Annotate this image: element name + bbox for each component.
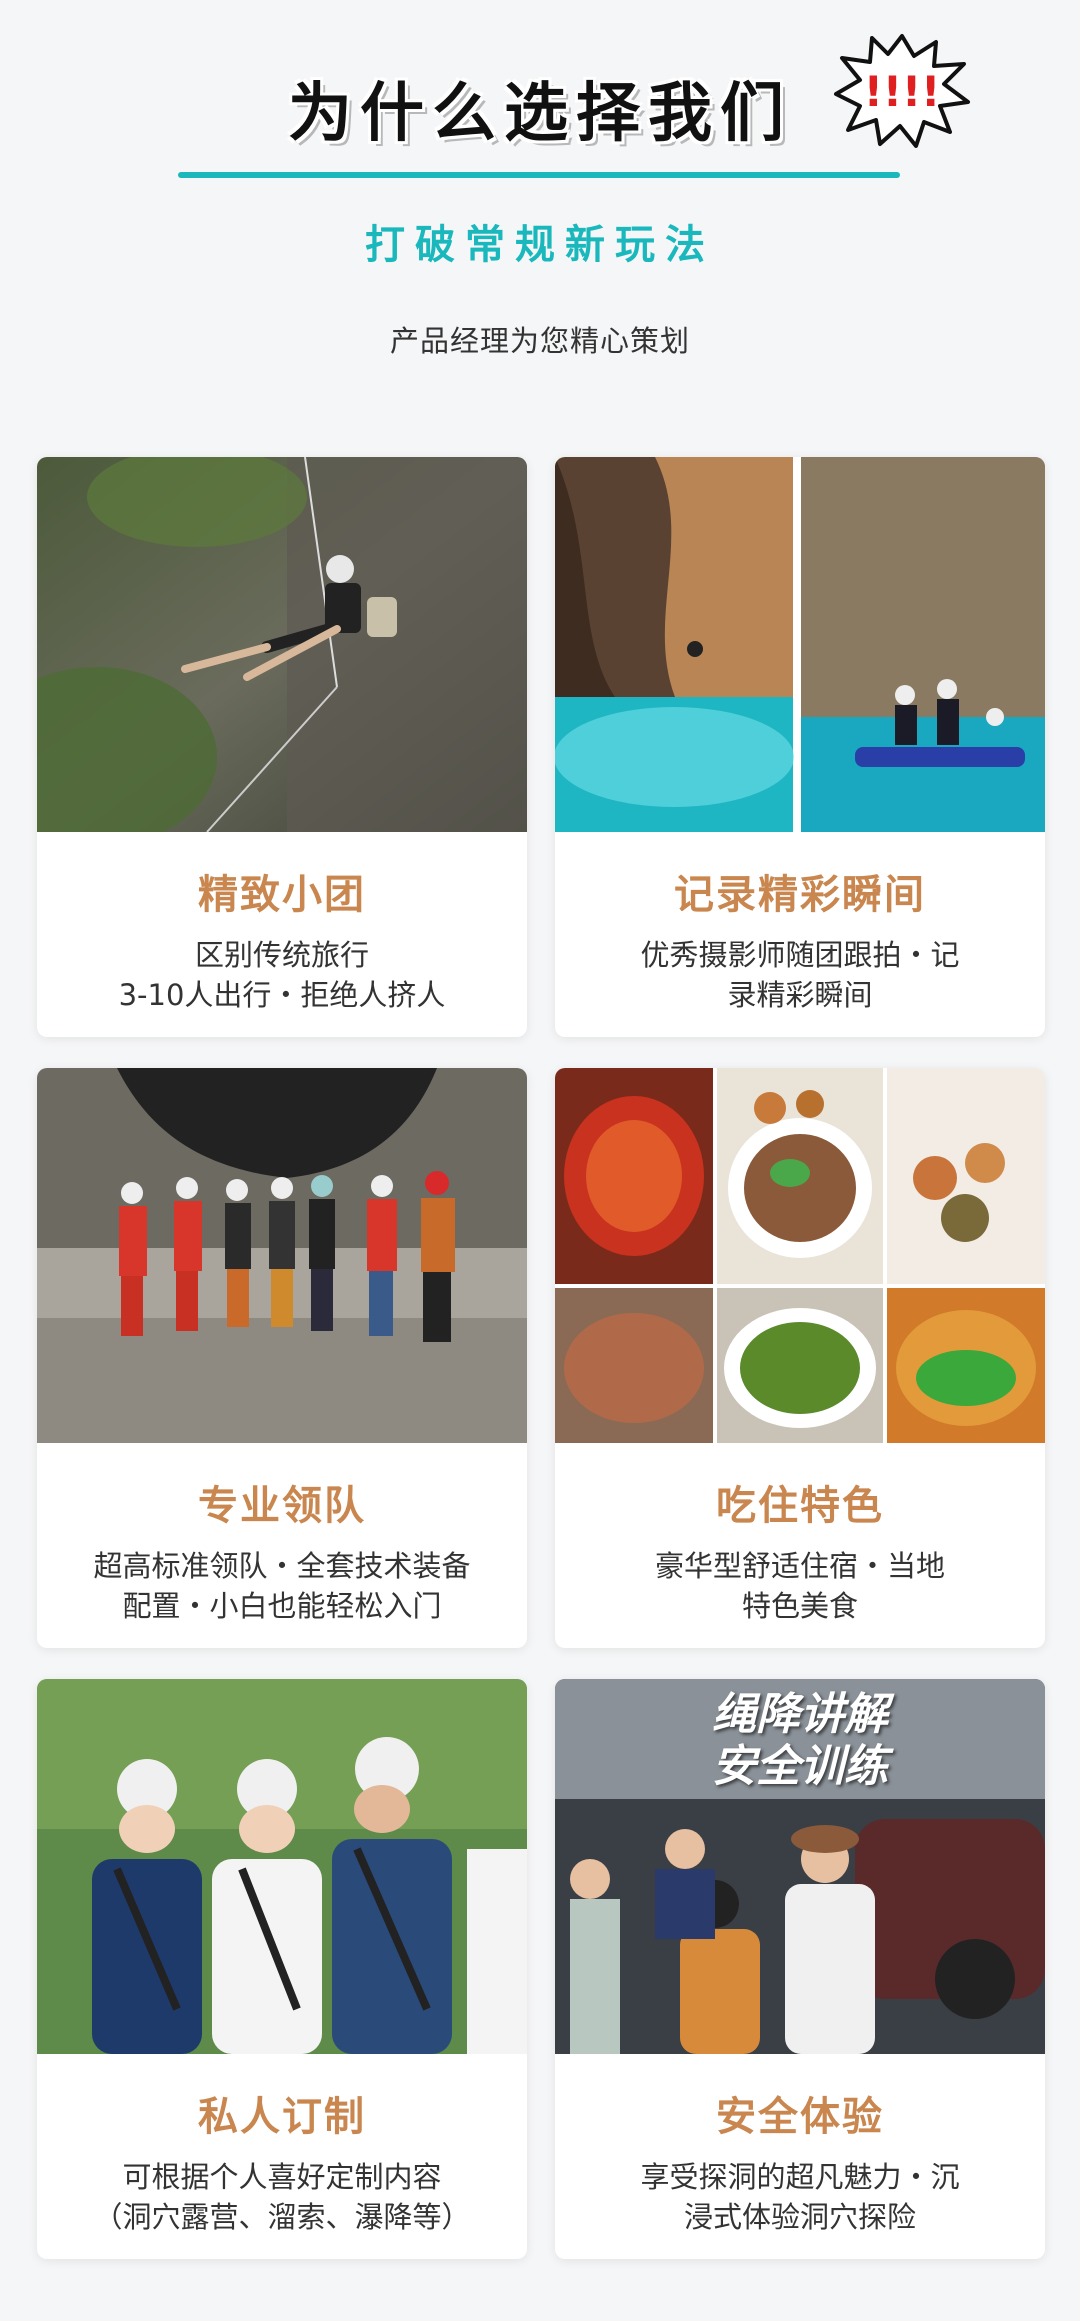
- burst-text: !!!!: [864, 67, 941, 116]
- feature-card-custom: 私人订制 可根据个人喜好定制内容 （洞穴露营、溜索、瀑降等）: [37, 1679, 527, 2259]
- photo-caption: 绳降讲解 安全训练: [712, 1689, 888, 1792]
- title-divider: [178, 172, 900, 178]
- subtitle: 打破常规新玩法: [365, 221, 715, 268]
- card-title: 私人订制: [198, 2094, 366, 2140]
- card-title: 吃住特色: [716, 1483, 884, 1529]
- card-description: 优秀摄影师随团跟拍・记 录精彩瞬间: [640, 938, 960, 1012]
- exclamation-burst-icon: !!!!: [832, 30, 972, 150]
- card-description: 超高标准领队・全套技术装备 配置・小白也能轻松入门: [93, 1549, 471, 1623]
- card-description: 豪华型舒适住宿・当地 特色美食: [654, 1549, 945, 1623]
- card-title: 安全体验: [716, 2094, 884, 2140]
- card-title: 专业领队: [198, 1483, 366, 1529]
- food-collage-photo: [555, 1068, 1045, 1443]
- team-photo: [37, 1068, 527, 1443]
- feature-card-safety: 绳降讲解 安全训练 安全体验 享受探洞的超凡魅力・沉 浸式体验洞穴探险: [555, 1679, 1045, 2259]
- card-description: 享受探洞的超凡魅力・沉 浸式体验洞穴探险: [640, 2160, 960, 2234]
- feature-card-food-lodging: 吃住特色 豪华型舒适住宿・当地 特色美食: [555, 1068, 1045, 1648]
- tagline: 产品经理为您精心策划: [389, 324, 690, 358]
- card-description: 区别传统旅行 3-10人出行・拒绝人挤人: [118, 938, 446, 1012]
- rappelling-photo: [37, 457, 527, 832]
- card-title: 记录精彩瞬间: [674, 872, 926, 918]
- harness-photo: [37, 1679, 527, 2054]
- card-description: 可根据个人喜好定制内容 （洞穴露营、溜索、瀑降等）: [93, 2160, 471, 2234]
- feature-card-guides: 专业领队 超高标准领队・全套技术装备 配置・小白也能轻松入门: [37, 1068, 527, 1648]
- feature-card-small-group: 精致小团 区别传统旅行 3-10人出行・拒绝人挤人: [37, 457, 527, 1037]
- feature-card-photography: 记录精彩瞬间 优秀摄影师随团跟拍・记 录精彩瞬间: [555, 457, 1045, 1037]
- safety-training-photo: 绳降讲解 安全训练: [555, 1679, 1045, 2054]
- card-title: 精致小团: [198, 872, 366, 918]
- cave-kayak-photo: [555, 457, 1045, 832]
- header: 为什么选择我们 !!!! 打破常规新玩法 产品经理为您精心策划: [0, 0, 1080, 430]
